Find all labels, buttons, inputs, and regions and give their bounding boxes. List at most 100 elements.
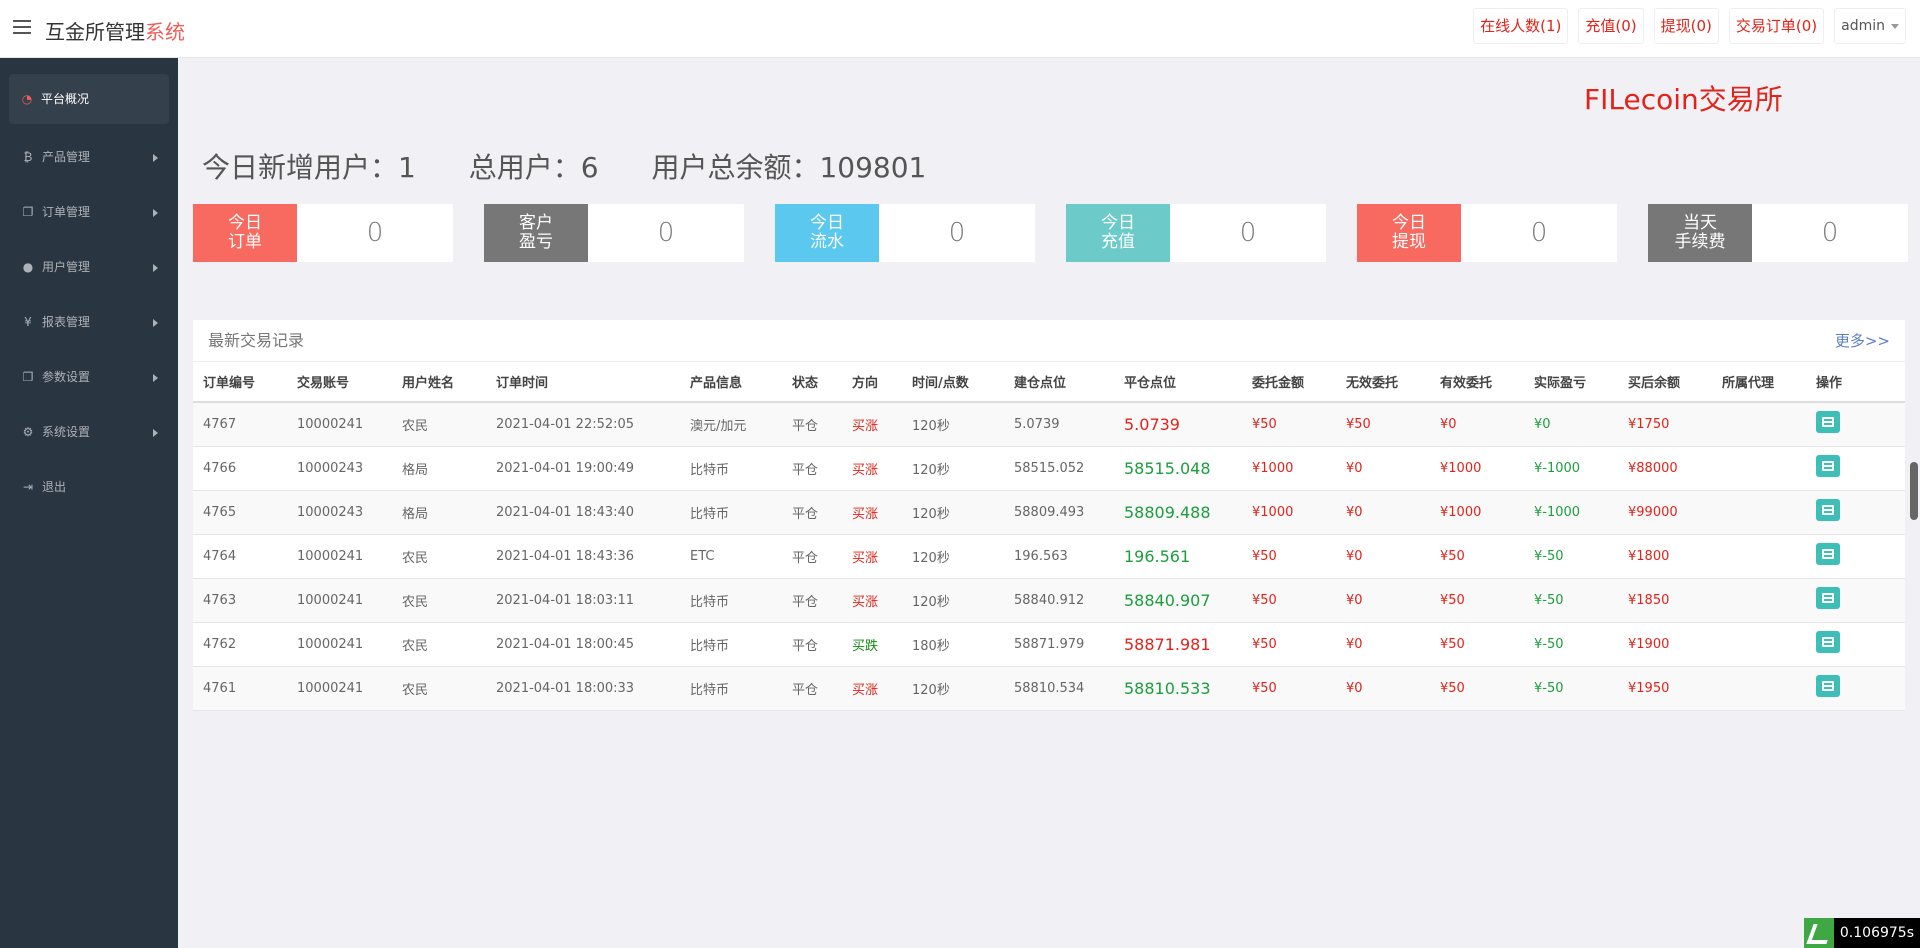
cell-action [1806,402,1905,447]
cell-action [1806,666,1905,711]
sidebar-item-logout[interactable]: ⇥ 退出 [0,460,178,515]
column-header: 无效委托 [1336,362,1430,403]
cell-product: 比特币 [680,622,782,667]
sidebar-item-users[interactable]: ● 用户管理 [0,240,178,295]
cell-direction: 买涨 [842,446,902,491]
cell-id: 4762 [193,622,287,667]
withdraw-link[interactable]: 提现(0) [1653,8,1719,44]
cell-open: 58840.912 [1004,578,1114,623]
stat-value: 0 [657,218,675,248]
page-scrollbar[interactable] [1910,462,1918,520]
sidebar-item-products[interactable]: ₿ 产品管理 [0,130,178,185]
sidebar-item-label: 订单管理 [42,205,91,219]
cell-agent [1712,622,1806,667]
detail-button[interactable] [1816,587,1840,609]
cell-direction: 买涨 [842,490,902,535]
cell-direction: 买涨 [842,578,902,623]
stat-label: 客户 盈亏 [484,204,588,262]
exchange-name: FILecoin交易所 [1584,83,1783,116]
stat-card: 今日 充值 0 [1066,204,1326,262]
table-row: 4762 10000241 农民 2021-04-01 18:00:45 比特币 平仓 买跌… [193,622,1905,667]
cell-close: 5.0739 [1114,402,1242,447]
cell-account: 10000241 [287,622,392,667]
sidebar-item-label: 系统设置 [42,425,91,439]
cell-name: 格局 [392,490,486,535]
menu-toggle-icon[interactable] [13,20,31,34]
sidebar-item-params[interactable]: ❐ 参数设置 [0,350,178,405]
cell-action [1806,622,1905,667]
cell-pnl: ¥-50 [1524,534,1618,579]
cell-account: 10000241 [287,578,392,623]
cell-time: 2021-04-01 18:00:33 [486,666,680,711]
cell-action [1806,490,1905,535]
cell-action [1806,446,1905,491]
cell-duration: 120秒 [902,666,1004,711]
online-users-link[interactable]: 在线人数(1) [1473,8,1569,44]
cell-name: 农民 [392,622,486,667]
user-icon: ● [22,260,34,274]
column-header: 方向 [842,362,902,403]
table-header-row: 订单编号 交易账号 用户姓名 订单时间 产品信息 状态 方向 时间/点数 建仓点位 平仓点位 委托金… [193,362,1905,403]
column-header: 订单编号 [193,362,287,403]
cell-close: 58840.907 [1114,578,1242,623]
cell-duration: 120秒 [902,490,1004,535]
stat-label-line-2: 手续费 [1674,232,1726,252]
cell-amount: ¥1000 [1242,490,1336,535]
cell-valid: ¥1000 [1430,446,1524,491]
detail-button[interactable] [1816,631,1840,653]
sidebar-item-system[interactable]: ⚙ 系统设置 [0,405,178,460]
cell-status: 平仓 [782,578,842,623]
sidebar-item-label: 平台概况 [41,92,90,106]
column-header: 状态 [782,362,842,403]
caret-right-icon [153,374,158,382]
detail-button[interactable] [1816,455,1840,477]
stat-card: 今日 流水 0 [775,204,1035,262]
stat-value: 0 [1239,218,1257,248]
cell-id: 4766 [193,446,287,491]
table-row: 4766 10000243 格局 2021-04-01 19:00:49 比特币 平仓 买涨… [193,446,1905,491]
detail-button[interactable] [1816,543,1840,565]
cell-close: 58809.488 [1114,490,1242,535]
cell-valid: ¥50 [1430,534,1524,579]
debug-timer: 0.106975s [1803,918,1920,948]
cell-agent [1712,402,1806,447]
stat-card: 当天 手续费 0 [1648,204,1908,262]
cell-pnl: ¥-1000 [1524,446,1618,491]
more-link[interactable]: 更多>> [1835,320,1890,362]
total-balance: 用户总余额：109801 [651,151,927,184]
admin-dropdown[interactable]: admin [1834,8,1906,44]
stat-label-line-1: 当天 [1683,213,1717,233]
stat-label-line-2: 流水 [810,232,844,252]
detail-button[interactable] [1816,675,1840,697]
cell-balance: ¥1800 [1618,534,1712,579]
detail-button[interactable] [1816,411,1840,434]
cell-amount: ¥50 [1242,622,1336,667]
cell-action [1806,534,1905,579]
total-users: 总用户：6 [468,151,599,184]
sidebar-item-overview[interactable]: ◔ 平台概况 [9,74,169,124]
cell-time: 2021-04-01 18:43:36 [486,534,680,579]
cell-account: 10000243 [287,490,392,535]
sidebar-item-orders[interactable]: ❐ 订单管理 [0,185,178,240]
gears-icon: ⚙ [22,425,34,439]
table-row: 4763 10000241 农民 2021-04-01 18:03:11 比特币 平仓 买涨… [193,578,1905,623]
cell-duration: 120秒 [902,534,1004,579]
cell-agent [1712,534,1806,579]
cell-pnl: ¥-50 [1524,622,1618,667]
trade-orders-link[interactable]: 交易订单(0) [1728,8,1825,44]
cell-close: 58810.533 [1114,666,1242,711]
detail-button[interactable] [1816,499,1840,521]
cell-duration: 120秒 [902,402,1004,447]
copy-icon: ❐ [22,205,34,219]
sidebar-item-reports[interactable]: ¥ 报表管理 [0,295,178,350]
recharge-link[interactable]: 充值(0) [1578,8,1644,44]
stat-label-line-2: 提现 [1392,232,1426,252]
cell-balance: ¥1750 [1618,402,1712,447]
cell-status: 平仓 [782,446,842,491]
cell-agent [1712,666,1806,711]
column-header: 交易账号 [287,362,392,403]
stat-value: 0 [1530,218,1548,248]
cell-invalid: ¥0 [1336,446,1430,491]
panel-title: 最新交易记录 [208,331,305,350]
cell-direction: 买跌 [842,622,902,667]
